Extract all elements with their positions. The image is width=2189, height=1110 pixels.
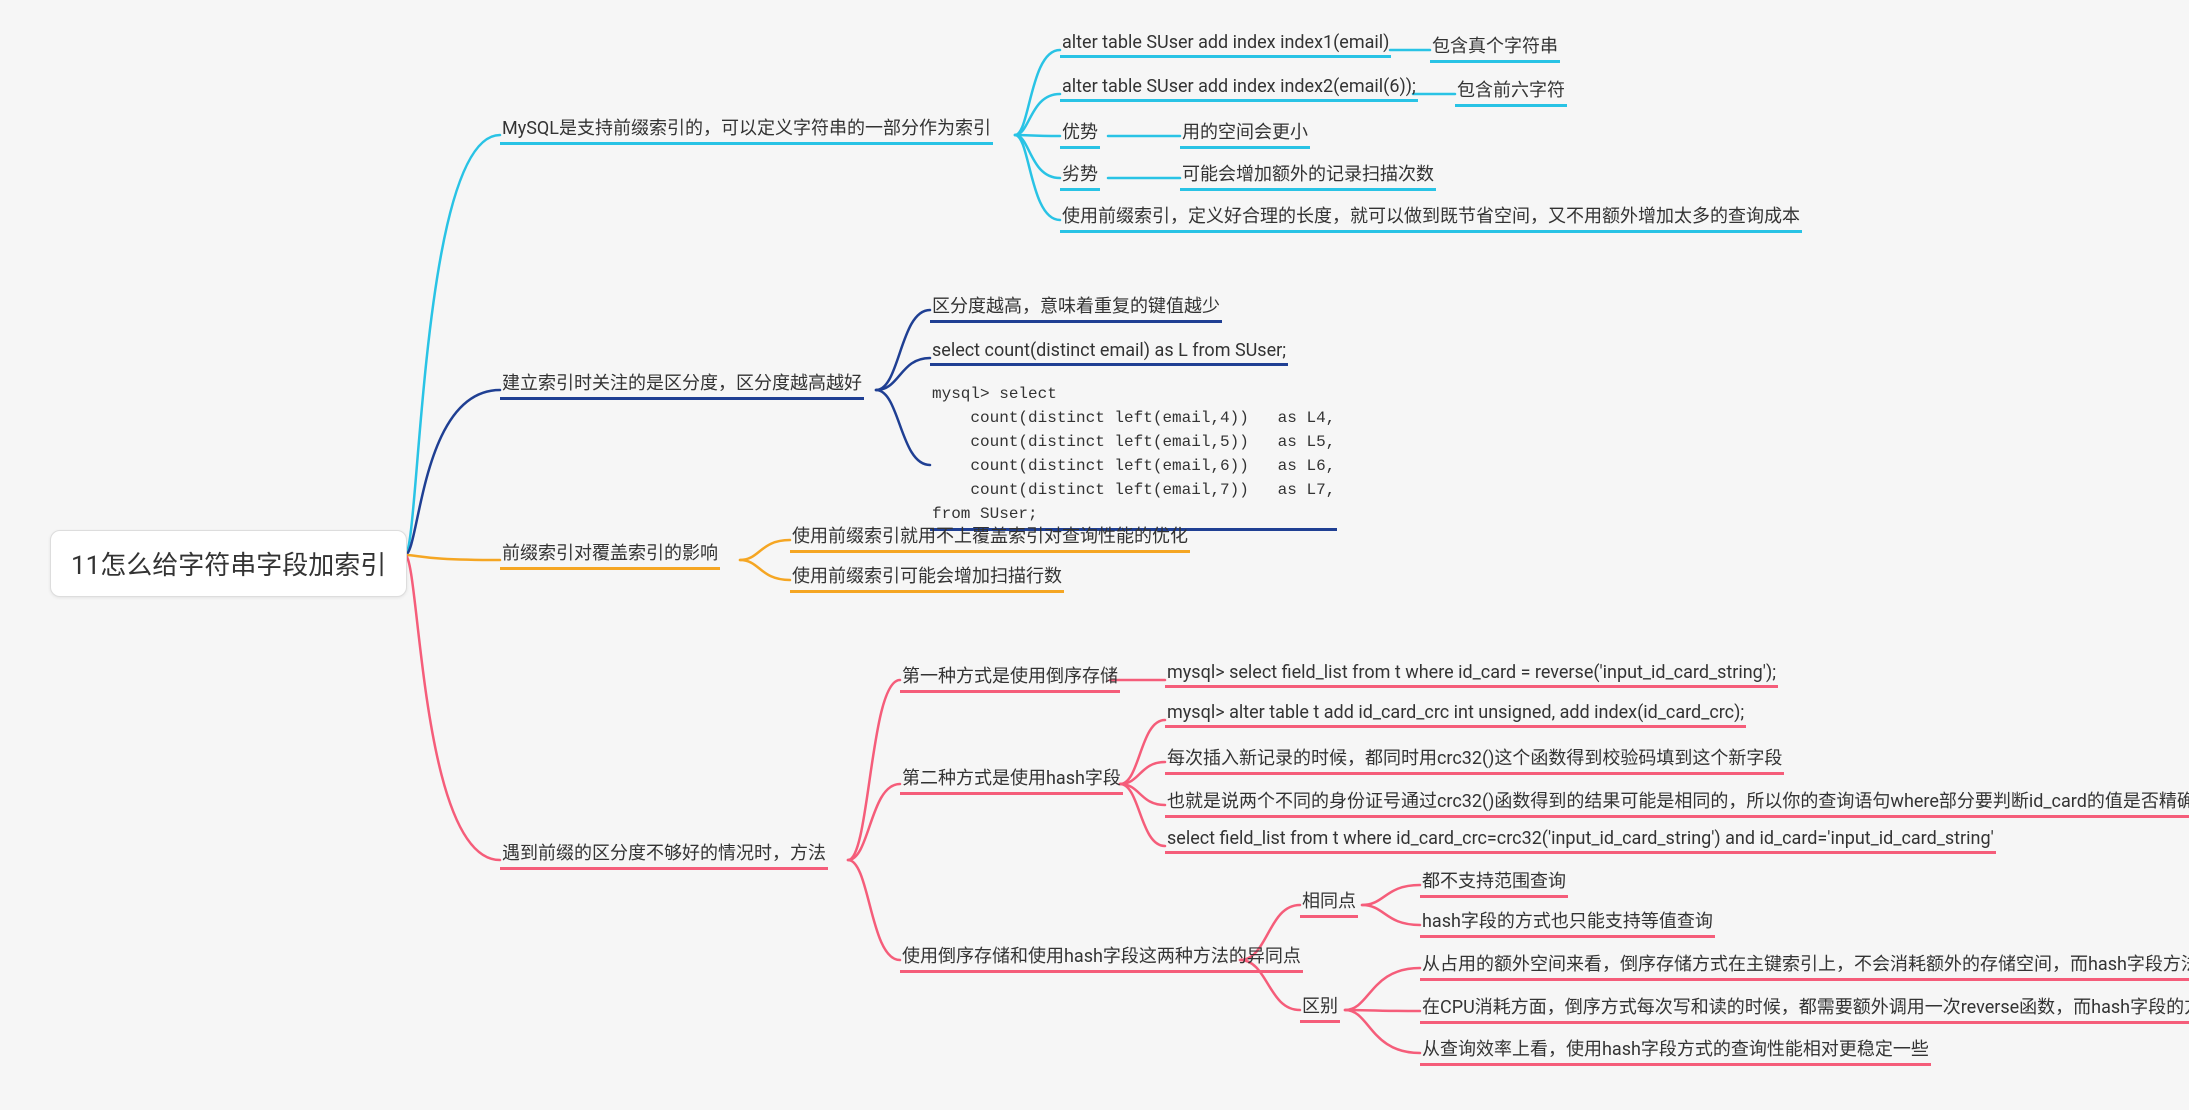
b4-diff-l1[interactable]: 从占用的额外空间来看，倒序存储方式在主键索引上，不会消耗额外的存储空间，而has… (1420, 946, 2189, 981)
b4-diff-l2[interactable]: 在CPU消耗方面，倒序方式每次写和读的时候，都需要额外调用一次reverse函数… (1420, 989, 2189, 1024)
b4-m2-l3[interactable]: 也就是说两个不同的身份证号通过crc32()函数得到的结果可能是相同的，所以你的… (1165, 783, 2189, 818)
b1-i4b[interactable]: 可能会增加额外的记录扫描次数 (1180, 156, 1436, 191)
b4-m2-title[interactable]: 第二种方式是使用hash字段 (900, 760, 1123, 795)
b4-m2-l1[interactable]: mysql> alter table t add id_card_crc int… (1165, 698, 1746, 728)
b4-diff-title[interactable]: 区别 (1300, 988, 1340, 1023)
b1-i3b[interactable]: 用的空间会更小 (1180, 114, 1310, 149)
b4-m1-title[interactable]: 第一种方式是使用倒序存储 (900, 658, 1120, 693)
b4-m2-l2[interactable]: 每次插入新记录的时候，都同时用crc32()这个函数得到校验码填到这个新字段 (1165, 740, 1784, 775)
b1-i1b[interactable]: 包含真个字符串 (1430, 28, 1560, 63)
b3-i1[interactable]: 使用前缀索引就用不上覆盖索引对查询性能的优化 (790, 518, 1190, 553)
b4-same-l2[interactable]: hash字段的方式也只能支持等值查询 (1420, 903, 1715, 938)
b1-title[interactable]: MySQL是支持前缀索引的，可以定义字符串的一部分作为索引 (500, 110, 993, 145)
b4-same-l1[interactable]: 都不支持范围查询 (1420, 863, 1568, 898)
b3-title[interactable]: 前缀索引对覆盖索引的影响 (500, 535, 720, 570)
root-node[interactable]: 11怎么给字符串字段加索引 (50, 530, 407, 597)
b1-i3a[interactable]: 优势 (1060, 114, 1100, 149)
b2-i1[interactable]: 区分度越高，意味着重复的键值越少 (930, 288, 1222, 323)
b1-i2b[interactable]: 包含前六字符 (1455, 72, 1567, 107)
b1-i4a[interactable]: 劣势 (1060, 156, 1100, 191)
b2-i3[interactable]: mysql> select count(distinct left(email,… (930, 378, 1337, 531)
b2-i2[interactable]: select count(distinct email) as L from S… (930, 336, 1288, 366)
b4-m2-l4[interactable]: select field_list from t where id_card_c… (1165, 824, 1996, 854)
b4-same-title[interactable]: 相同点 (1300, 883, 1358, 918)
b4-diff-l3[interactable]: 从查询效率上看，使用hash字段方式的查询性能相对更稳定一些 (1420, 1031, 1931, 1066)
b1-i5[interactable]: 使用前缀索引，定义好合理的长度，就可以做到既节省空间，又不用额外增加太多的查询成… (1060, 198, 1802, 233)
b4-title[interactable]: 遇到前缀的区分度不够好的情况时，方法 (500, 835, 828, 870)
b3-i2[interactable]: 使用前缀索引可能会增加扫描行数 (790, 558, 1064, 593)
b1-i1a[interactable]: alter table SUser add index index1(email… (1060, 28, 1391, 58)
b4-m3-title[interactable]: 使用倒序存储和使用hash字段这两种方法的异同点 (900, 938, 1303, 973)
b2-title[interactable]: 建立索引时关注的是区分度，区分度越高越好 (500, 365, 864, 400)
b1-i2a[interactable]: alter table SUser add index index2(email… (1060, 72, 1418, 102)
b4-m1-leaf[interactable]: mysql> select field_list from t where id… (1165, 658, 1778, 688)
